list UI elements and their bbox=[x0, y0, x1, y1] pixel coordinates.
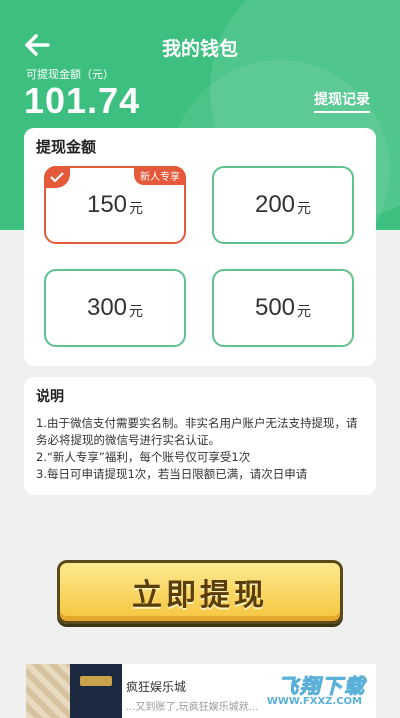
amount-option-500[interactable]: 500 元 bbox=[212, 269, 354, 347]
instructions-text: 1.由于微信支付需要实名制。非实名用户账户无法支持提现，请务必将提现的微信号进行… bbox=[36, 415, 362, 483]
amount-unit: 元 bbox=[297, 201, 312, 217]
amount-section-title: 提现金额 bbox=[36, 138, 97, 156]
withdraw-amount-card: 提现金额 新人专享 150 元 200 元 300 元 500 元 bbox=[24, 128, 376, 366]
ad-title: 疯狂娱乐城 bbox=[126, 680, 187, 694]
instructions-title: 说明 bbox=[36, 389, 64, 405]
ad-banner[interactable]: 疯狂娱乐城 ...又到账了,玩疯狂娱乐城就... 飞翔下载 WWW.FXXZ.C… bbox=[26, 664, 376, 718]
instruction-line: 1.由于微信支付需要实名制。非实名用户账户无法支持提现，请务必将提现的微信号进行… bbox=[36, 416, 358, 447]
site-watermark: 飞翔下载 bbox=[278, 674, 366, 699]
amount-unit: 元 bbox=[129, 201, 144, 217]
amount-option-200[interactable]: 200 元 bbox=[212, 166, 354, 244]
amount-value: 300 bbox=[86, 294, 128, 321]
page-title: 我的钱包 bbox=[161, 38, 238, 60]
amount-option-150[interactable]: 新人专享 150 元 bbox=[44, 166, 186, 244]
instructions-card: 说明 1.由于微信支付需要实名制。非实名用户账户无法支持提现，请务必将提现的微信… bbox=[24, 377, 376, 495]
withdraw-now-label: 立即提现 bbox=[132, 578, 268, 613]
instruction-line: 2.“新人专享”福利，每个账号仅可享受1次 bbox=[36, 450, 251, 464]
balance-value: 101.74 bbox=[24, 80, 141, 121]
amount-option-300[interactable]: 300 元 bbox=[44, 269, 186, 347]
amount-unit: 元 bbox=[297, 304, 312, 320]
amount-value: 200 bbox=[254, 191, 296, 218]
check-icon bbox=[44, 166, 70, 188]
amount-unit: 元 bbox=[129, 304, 144, 320]
amount-value: 500 bbox=[254, 294, 296, 321]
withdraw-record-link[interactable]: 提现记录 bbox=[314, 89, 370, 113]
ad-thumbnail bbox=[70, 664, 122, 718]
instruction-line: 3.每日可申请提现1次，若当日限额已满，请次日申请 bbox=[36, 467, 308, 481]
new-user-badge: 新人专享 bbox=[134, 166, 186, 185]
site-watermark-url: WWW.FXXZ.COM bbox=[266, 696, 362, 707]
withdraw-now-button[interactable]: 立即提现 bbox=[57, 560, 343, 624]
ad-description: ...又到账了,玩疯狂娱乐城就... bbox=[126, 702, 259, 713]
amount-value: 150 bbox=[86, 191, 128, 218]
ad-thumbnail bbox=[26, 664, 70, 718]
